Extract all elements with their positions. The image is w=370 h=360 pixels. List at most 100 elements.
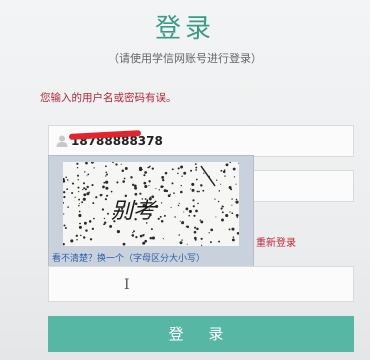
captcha-noise-dot [192,199,195,202]
captcha-noise-dot [222,170,226,174]
captcha-noise-dot [116,181,119,184]
captcha-noise-dot [105,180,109,184]
captcha-noise-dot [84,171,86,173]
captcha-noise-dot [221,205,224,208]
captcha-noise-dot [141,169,143,171]
captcha-noise-dot [158,189,160,191]
captcha-noise-dot [186,243,188,245]
captcha-noise-dot [192,205,195,208]
captcha-noise-dot [216,179,218,181]
captcha-noise-dot [235,213,239,217]
captcha-noise-dot [86,175,88,177]
captcha-noise-dot [220,169,223,172]
captcha-noise-dot [93,167,95,169]
captcha-noise-dot [106,194,109,197]
captcha-noise-dot [112,162,114,163]
login-page: 登录 （请使用学信网账号进行登录） 您输入的用户名或密码有误。 18788888… [0,0,370,360]
captcha-noise-dot [160,185,164,189]
user-icon [56,135,68,147]
captcha-noise-dot [231,204,233,206]
captcha-noise-dot [181,239,183,241]
captcha-noise-dot [231,227,235,231]
captcha-noise-dot [163,214,166,217]
captcha-noise-dot [139,192,142,195]
captcha-noise-dot [195,178,198,181]
captcha-noise-dot [200,237,203,240]
captcha-noise-dot [139,234,143,238]
captcha-noise-dot [105,186,109,190]
captcha-noise-dot [82,182,86,185]
captcha-noise-dot [110,190,113,193]
captcha-noise-dot [238,162,239,164]
captcha-noise-dot [81,201,84,204]
captcha-noise-dot [201,220,203,223]
captcha-noise-dot [231,198,233,200]
captcha-noise-dot [180,165,184,169]
captcha-noise-dot [76,162,79,165]
captcha-noise-dot [151,236,155,240]
captcha-noise-dot [91,227,95,231]
captcha-noise-dot [63,243,65,246]
captcha-noise-dot [235,200,239,204]
captcha-noise-dot [64,227,67,229]
relogin-link[interactable]: 重新登录 [256,234,296,249]
captcha-noise-dot [95,196,98,199]
captcha-noise-dot [66,188,69,191]
page-subtitle: （请使用学信网账号进行登录） [108,52,262,65]
captcha-hint-prefix: 看不清楚？ [52,254,98,264]
captcha-noise-dot [77,179,79,181]
captcha-noise-dot [89,238,93,241]
username-input[interactable]: 18788888378 [48,125,354,157]
captcha-noise-dot [76,239,78,241]
captcha-noise-dot [120,163,122,165]
captcha-noise-dot [229,211,231,213]
captcha-noise-dot [221,218,224,222]
captcha-noise-dot [177,172,179,175]
captcha-noise-dot [85,229,88,232]
captcha-noise-dot [188,214,190,217]
text-cursor-icon: I [124,277,130,293]
captcha-noise-dot [78,213,82,218]
captcha-noise-dot [185,225,187,227]
captcha-noise-dot [131,183,135,186]
captcha-noise-dot [179,190,183,194]
captcha-noise-dot [174,216,176,218]
captcha-refresh-link[interactable]: 换一个 [97,254,124,264]
captcha-noise-dot [186,225,190,229]
captcha-noise-dot [197,202,199,205]
captcha-noise-dot [107,212,109,215]
captcha-noise-dot [63,201,64,204]
captcha-noise-dot [151,195,155,199]
captcha-noise-dot [103,217,106,220]
captcha-noise-dot [105,173,109,176]
captcha-noise-dot [74,196,76,198]
captcha-noise-dot [143,174,146,177]
captcha-noise-dot [193,214,196,217]
captcha-noise-dot [235,183,237,185]
captcha-noise-dot [208,232,210,234]
captcha-noise-dot [221,211,224,214]
captcha-noise-dot [78,203,80,205]
captcha-noise-dot [170,206,172,208]
captcha-noise-dot [132,232,134,234]
captcha-noise-dot [190,188,192,190]
captcha-image[interactable]: 别考 [63,162,239,246]
captcha-text: 别考 [111,199,157,224]
captcha-noise-dot [79,222,81,225]
captcha-noise-dot [148,184,150,187]
captcha-hint-suffix: （字母区分大小写） [124,254,206,264]
captcha-input[interactable] [48,266,354,302]
captcha-noise-dot [82,188,84,191]
captcha-noise-dot [105,165,107,168]
login-button[interactable]: 登 录 [48,316,354,352]
captcha-noise-dot [144,171,147,174]
captcha-noise-dot [142,241,146,245]
captcha-noise-dot [92,202,95,205]
captcha-noise-dot [160,220,164,223]
captcha-noise-dot [162,178,165,182]
captcha-noise-dot [101,208,105,211]
captcha-noise-dot [78,210,81,213]
captcha-noise-dot [155,187,157,190]
captcha-noise-dot [215,216,217,218]
captcha-noise-dot [103,181,106,184]
